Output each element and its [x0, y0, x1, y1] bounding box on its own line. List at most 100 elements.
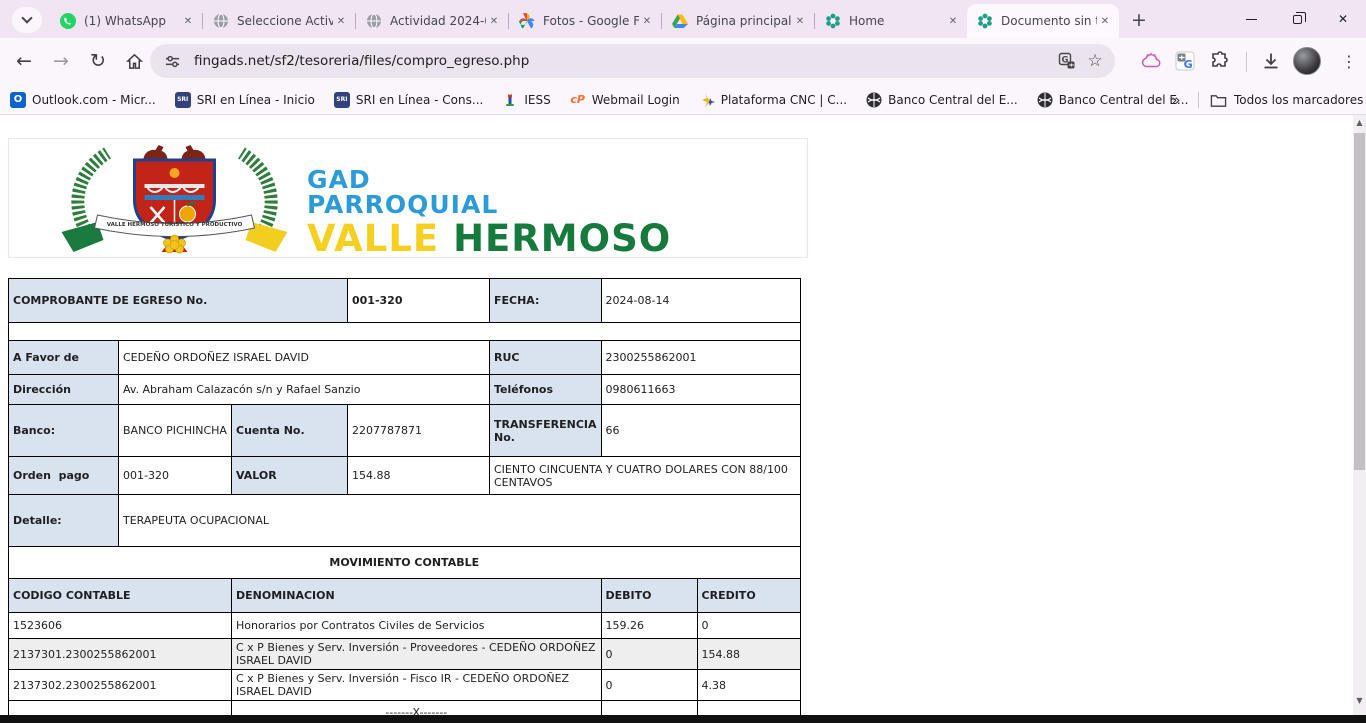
tab-title: (1) WhatsApp	[84, 14, 180, 28]
bookmark-outlook[interactable]: O Outlook.com - Micr...	[10, 92, 156, 108]
logo-box: VALLE HERMOSO TURÍSTICO Y PRODUCTIVO GAD…	[8, 138, 808, 258]
table-row: 2137302.2300255862001 C x P Bienes y Ser…	[9, 670, 801, 701]
tab-close-button[interactable]: ✕	[486, 13, 502, 29]
translate-extension-button[interactable]: G	[1170, 46, 1200, 76]
bookmark-label: Outlook.com - Micr...	[32, 93, 156, 107]
bookmark-iess[interactable]: IESS	[502, 92, 550, 108]
new-tab-button[interactable]: +	[1125, 6, 1153, 34]
bookmark-webmail[interactable]: cP Webmail Login	[570, 92, 680, 108]
extensions-button[interactable]	[1205, 46, 1235, 76]
home-icon	[125, 52, 144, 71]
tab-fotos[interactable]: Fotos - Google F ✕	[509, 4, 661, 38]
tab-strip: (1) WhatsApp ✕ Seleccione Activ ✕ Activi…	[0, 0, 1366, 38]
bookmarks-overflow-button[interactable]: »	[1164, 85, 1188, 115]
logo-valle: VALLE	[307, 217, 439, 260]
google-photos-icon	[519, 13, 535, 29]
reload-button[interactable]: ↻	[82, 45, 114, 77]
sri-icon: SRI	[334, 92, 350, 108]
forward-button[interactable]: →	[45, 45, 77, 77]
table-row: 2137301.2300255862001 C x P Bienes y Ser…	[9, 639, 801, 670]
bookmark-cnc[interactable]: Plataforma CNC | C...	[699, 92, 847, 108]
a-favor-value: CEDEÑO ORDOÑEZ ISRAEL DAVID	[119, 341, 490, 375]
restore-button[interactable]	[1274, 0, 1320, 38]
scroll-up-button[interactable]: ▲	[1353, 115, 1366, 130]
close-window-button[interactable]: ✕	[1320, 0, 1366, 38]
row-denominacion: C x P Bienes y Serv. Inversión - Proveed…	[232, 639, 602, 670]
tab-search-button[interactable]	[12, 7, 42, 33]
fingads-flower-icon	[825, 13, 841, 29]
ruc-label: RUC	[490, 341, 602, 375]
ruc-value: 2300255862001	[601, 341, 800, 375]
iess-icon	[502, 92, 518, 108]
tab-close-button[interactable]: ✕	[792, 13, 808, 29]
profile-avatar[interactable]	[1293, 47, 1321, 75]
telefonos-label: Teléfonos	[490, 375, 602, 405]
svg-text:G: G	[1062, 56, 1069, 66]
restore-icon	[1293, 15, 1302, 24]
table-row	[9, 323, 801, 341]
bookmark-sri-inicio[interactable]: SRI SRI en Línea - Inicio	[175, 92, 315, 108]
download-button[interactable]	[1256, 46, 1286, 76]
tab-title: Actividad 2024-0	[390, 14, 486, 28]
tab-title: Seleccione Activ	[237, 14, 333, 28]
home-button[interactable]	[118, 45, 150, 77]
fingads-flower-icon	[977, 13, 993, 29]
minimize-icon	[1246, 19, 1257, 20]
bookmark-banco-central-1[interactable]: Banco Central del E...	[866, 92, 1018, 108]
translate-icon: G	[1058, 52, 1076, 70]
omnibox[interactable]: fingads.net/sf2/tesoreria/files/compro_e…	[150, 44, 1115, 78]
tab-seleccione[interactable]: Seleccione Activ ✕	[203, 4, 355, 38]
bookmark-label: SRI en Línea - Cons...	[356, 93, 483, 107]
orden-pago-value: 001-320	[119, 457, 232, 495]
globe-icon	[366, 13, 382, 29]
all-bookmarks-button[interactable]: Todos los marcadores	[1210, 85, 1363, 115]
a-favor-label: A Favor de	[9, 341, 119, 375]
header-debito: DEBITO	[601, 579, 697, 613]
tab-documento-active[interactable]: Documento sin t ✕	[967, 4, 1119, 38]
bookmark-sri-consultas[interactable]: SRI SRI en Línea - Cons...	[334, 92, 483, 108]
sri-icon: SRI	[175, 92, 191, 108]
scroll-thumb[interactable]	[1354, 133, 1365, 470]
scroll-down-button[interactable]: ▼	[1353, 693, 1366, 708]
minimize-button[interactable]	[1228, 0, 1274, 38]
tab-home[interactable]: Home ✕	[815, 4, 967, 38]
menu-button[interactable]: ⋮	[1337, 46, 1361, 76]
bookmark-label: Webmail Login	[592, 93, 680, 107]
tab-close-button[interactable]: ✕	[333, 13, 349, 29]
spacer-row	[9, 323, 801, 341]
tab-title: Home	[849, 14, 945, 28]
tab-title: Página principal	[696, 14, 792, 28]
site-info-button[interactable]	[158, 47, 186, 75]
tab-whatsapp[interactable]: (1) WhatsApp ✕	[50, 4, 202, 38]
cuenta-value: 2207787871	[348, 405, 490, 457]
row-codigo: 2137302.2300255862001	[9, 670, 232, 701]
banco-label: Banco:	[9, 405, 119, 457]
header-credito: CREDITO	[697, 579, 800, 613]
transferencia-label: TRANSFERENCIA No.	[490, 405, 602, 457]
row-denominacion: C x P Bienes y Serv. Inversión - Fisco I…	[232, 670, 602, 701]
tab-close-button[interactable]: ✕	[945, 13, 961, 29]
cnc-icon	[699, 92, 715, 108]
tab-pagina-principal[interactable]: Página principal ✕	[662, 4, 814, 38]
tune-icon	[164, 53, 181, 70]
tab-actividad[interactable]: Actividad 2024-0 ✕	[356, 4, 508, 38]
logo-hermoso: HERMOSO	[439, 217, 671, 260]
telefonos-value: 0980611663	[601, 375, 800, 405]
crest-banner-text: VALLE HERMOSO TURÍSTICO Y PRODUCTIVO	[107, 220, 243, 228]
table-row: Detalle: TERAPEUTA OCUPACIONAL	[9, 495, 801, 547]
cuenta-label: Cuenta No.	[232, 405, 348, 457]
tab-close-button[interactable]: ✕	[1097, 13, 1113, 29]
fecha-label: FECHA:	[490, 279, 602, 323]
bookmark-star-button[interactable]: ☆	[1081, 47, 1109, 75]
bookmark-label: Plataforma CNC | C...	[721, 93, 847, 107]
tab-close-button[interactable]: ✕	[180, 13, 196, 29]
back-button[interactable]: ←	[8, 45, 40, 77]
vertical-scrollbar[interactable]: ▲ ▼	[1353, 115, 1366, 723]
cloud-extension-button[interactable]	[1137, 46, 1167, 76]
url-text[interactable]: fingads.net/sf2/tesoreria/files/compro_e…	[194, 53, 1053, 69]
translate-page-button[interactable]: G	[1053, 47, 1081, 75]
tab-close-button[interactable]: ✕	[639, 13, 655, 29]
tab-title: Fotos - Google F	[543, 14, 639, 28]
row-debito: 0	[601, 639, 697, 670]
globe-dark-icon	[866, 92, 882, 108]
